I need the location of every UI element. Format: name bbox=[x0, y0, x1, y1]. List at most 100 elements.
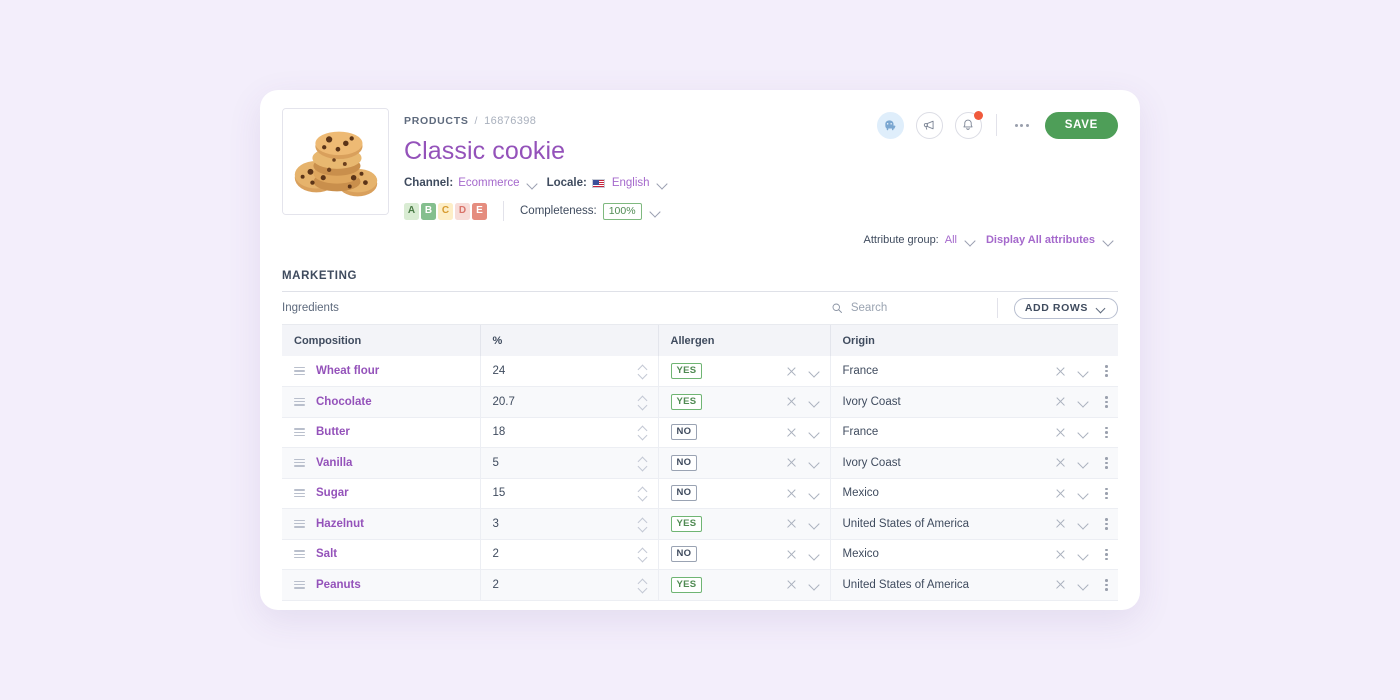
clear-origin-icon[interactable] bbox=[1055, 488, 1066, 499]
number-stepper[interactable] bbox=[638, 365, 648, 377]
clear-origin-icon[interactable] bbox=[1055, 549, 1066, 560]
drag-handle-icon[interactable] bbox=[294, 398, 305, 406]
percent-value[interactable]: 2 bbox=[493, 548, 499, 560]
chevron-down-icon-channel[interactable] bbox=[527, 178, 538, 189]
chevron-down-icon-display-attributes[interactable] bbox=[1103, 235, 1114, 246]
chevron-down-icon-allergen[interactable] bbox=[809, 396, 820, 407]
drag-handle-icon[interactable] bbox=[294, 367, 305, 375]
origin-value[interactable]: Mexico bbox=[843, 548, 1056, 560]
table-row[interactable]: Vanilla5NOIvory Coast bbox=[282, 448, 1118, 479]
display-attributes-toggle[interactable]: Display All attributes bbox=[986, 234, 1095, 246]
composition-link[interactable]: Wheat flour bbox=[316, 365, 379, 377]
save-button[interactable]: SAVE bbox=[1045, 112, 1118, 139]
percent-value[interactable]: 2 bbox=[493, 579, 499, 591]
grade-badge-a[interactable]: A bbox=[404, 203, 419, 220]
chevron-down-icon-origin[interactable] bbox=[1078, 427, 1089, 438]
chevron-down-icon-attribute-group[interactable] bbox=[965, 235, 976, 246]
clear-origin-icon[interactable] bbox=[1055, 396, 1066, 407]
chevron-down-icon-allergen[interactable] bbox=[809, 488, 820, 499]
chevron-down-icon-origin[interactable] bbox=[1078, 549, 1089, 560]
clear-origin-icon[interactable] bbox=[1055, 518, 1066, 529]
chevron-down-icon-origin[interactable] bbox=[1078, 579, 1089, 590]
composition-link[interactable]: Salt bbox=[316, 548, 337, 560]
composition-link[interactable]: Peanuts bbox=[316, 579, 361, 591]
table-row[interactable]: Wheat flour24YESFrance bbox=[282, 356, 1118, 387]
origin-value[interactable]: Mexico bbox=[843, 487, 1056, 499]
chevron-down-icon-allergen[interactable] bbox=[809, 579, 820, 590]
chevron-down-icon-allergen[interactable] bbox=[809, 427, 820, 438]
drag-handle-icon[interactable] bbox=[294, 489, 305, 497]
column-header-composition[interactable]: Composition bbox=[282, 325, 480, 356]
grade-badge-d[interactable]: D bbox=[455, 203, 470, 220]
row-menu-icon[interactable] bbox=[1105, 549, 1108, 561]
clear-origin-icon[interactable] bbox=[1055, 579, 1066, 590]
product-thumbnail[interactable] bbox=[282, 108, 389, 215]
column-header-allergen[interactable]: Allergen bbox=[658, 325, 830, 356]
megaphone-icon-button[interactable] bbox=[916, 112, 943, 139]
clear-origin-icon[interactable] bbox=[1055, 427, 1066, 438]
drag-handle-icon[interactable] bbox=[294, 581, 305, 589]
row-menu-icon[interactable] bbox=[1105, 365, 1108, 377]
clear-allergen-icon[interactable] bbox=[786, 366, 797, 377]
clear-allergen-icon[interactable] bbox=[786, 488, 797, 499]
number-stepper[interactable] bbox=[638, 518, 648, 530]
clear-allergen-icon[interactable] bbox=[786, 427, 797, 438]
more-options-button[interactable] bbox=[1011, 114, 1033, 136]
number-stepper[interactable] bbox=[638, 457, 648, 469]
origin-value[interactable]: United States of America bbox=[843, 518, 1056, 530]
column-header-origin[interactable]: Origin bbox=[830, 325, 1118, 356]
row-menu-icon[interactable] bbox=[1105, 457, 1108, 469]
percent-value[interactable]: 20.7 bbox=[493, 396, 515, 408]
add-rows-button[interactable]: ADD ROWS bbox=[1014, 298, 1118, 319]
origin-value[interactable]: Ivory Coast bbox=[843, 457, 1056, 469]
origin-value[interactable]: Ivory Coast bbox=[843, 396, 1056, 408]
number-stepper[interactable] bbox=[638, 396, 648, 408]
grade-badge-e[interactable]: E bbox=[472, 203, 487, 220]
grade-badge-c[interactable]: C bbox=[438, 203, 453, 220]
number-stepper[interactable] bbox=[638, 548, 648, 560]
chevron-down-icon-allergen[interactable] bbox=[809, 457, 820, 468]
chevron-down-icon-origin[interactable] bbox=[1078, 457, 1089, 468]
grade-badge-b[interactable]: B bbox=[421, 203, 436, 220]
number-stepper[interactable] bbox=[638, 426, 648, 438]
row-menu-icon[interactable] bbox=[1105, 396, 1108, 408]
table-row[interactable]: Chocolate20.7YESIvory Coast bbox=[282, 387, 1118, 418]
percent-value[interactable]: 15 bbox=[493, 487, 506, 499]
notifications-bell-button[interactable] bbox=[955, 112, 982, 139]
number-stepper[interactable] bbox=[638, 487, 648, 499]
chevron-down-icon-allergen[interactable] bbox=[809, 366, 820, 377]
drag-handle-icon[interactable] bbox=[294, 550, 305, 558]
clear-allergen-icon[interactable] bbox=[786, 457, 797, 468]
origin-value[interactable]: France bbox=[843, 365, 1056, 377]
chevron-down-icon-origin[interactable] bbox=[1078, 488, 1089, 499]
composition-link[interactable]: Sugar bbox=[316, 487, 349, 499]
row-menu-icon[interactable] bbox=[1105, 427, 1108, 439]
chevron-down-icon-locale[interactable] bbox=[657, 178, 668, 189]
table-row[interactable]: Hazelnut3YESUnited States of America bbox=[282, 509, 1118, 540]
number-stepper[interactable] bbox=[638, 579, 648, 591]
composition-link[interactable]: Hazelnut bbox=[316, 518, 364, 530]
percent-value[interactable]: 3 bbox=[493, 518, 499, 530]
chevron-down-icon-allergen[interactable] bbox=[809, 549, 820, 560]
table-row[interactable]: Sugar15NOMexico bbox=[282, 478, 1118, 509]
elephant-icon-button[interactable] bbox=[877, 112, 904, 139]
column-header-percent[interactable]: % bbox=[480, 325, 658, 356]
table-row[interactable]: Butter18NOFrance bbox=[282, 417, 1118, 448]
locale-value[interactable]: English bbox=[612, 177, 650, 189]
composition-link[interactable]: Butter bbox=[316, 426, 350, 438]
drag-handle-icon[interactable] bbox=[294, 520, 305, 528]
table-row[interactable]: Peanuts2YESUnited States of America bbox=[282, 570, 1118, 601]
row-menu-icon[interactable] bbox=[1105, 579, 1108, 591]
attribute-group-value[interactable]: All bbox=[945, 234, 957, 246]
percent-value[interactable]: 5 bbox=[493, 457, 499, 469]
chevron-down-icon-allergen[interactable] bbox=[809, 518, 820, 529]
drag-handle-icon[interactable] bbox=[294, 428, 305, 436]
search-box[interactable] bbox=[831, 302, 981, 314]
origin-value[interactable]: United States of America bbox=[843, 579, 1056, 591]
row-menu-icon[interactable] bbox=[1105, 488, 1108, 500]
composition-link[interactable]: Chocolate bbox=[316, 396, 372, 408]
origin-value[interactable]: France bbox=[843, 426, 1056, 438]
table-row[interactable]: Salt2NOMexico bbox=[282, 539, 1118, 570]
clear-origin-icon[interactable] bbox=[1055, 366, 1066, 377]
row-menu-icon[interactable] bbox=[1105, 518, 1108, 530]
